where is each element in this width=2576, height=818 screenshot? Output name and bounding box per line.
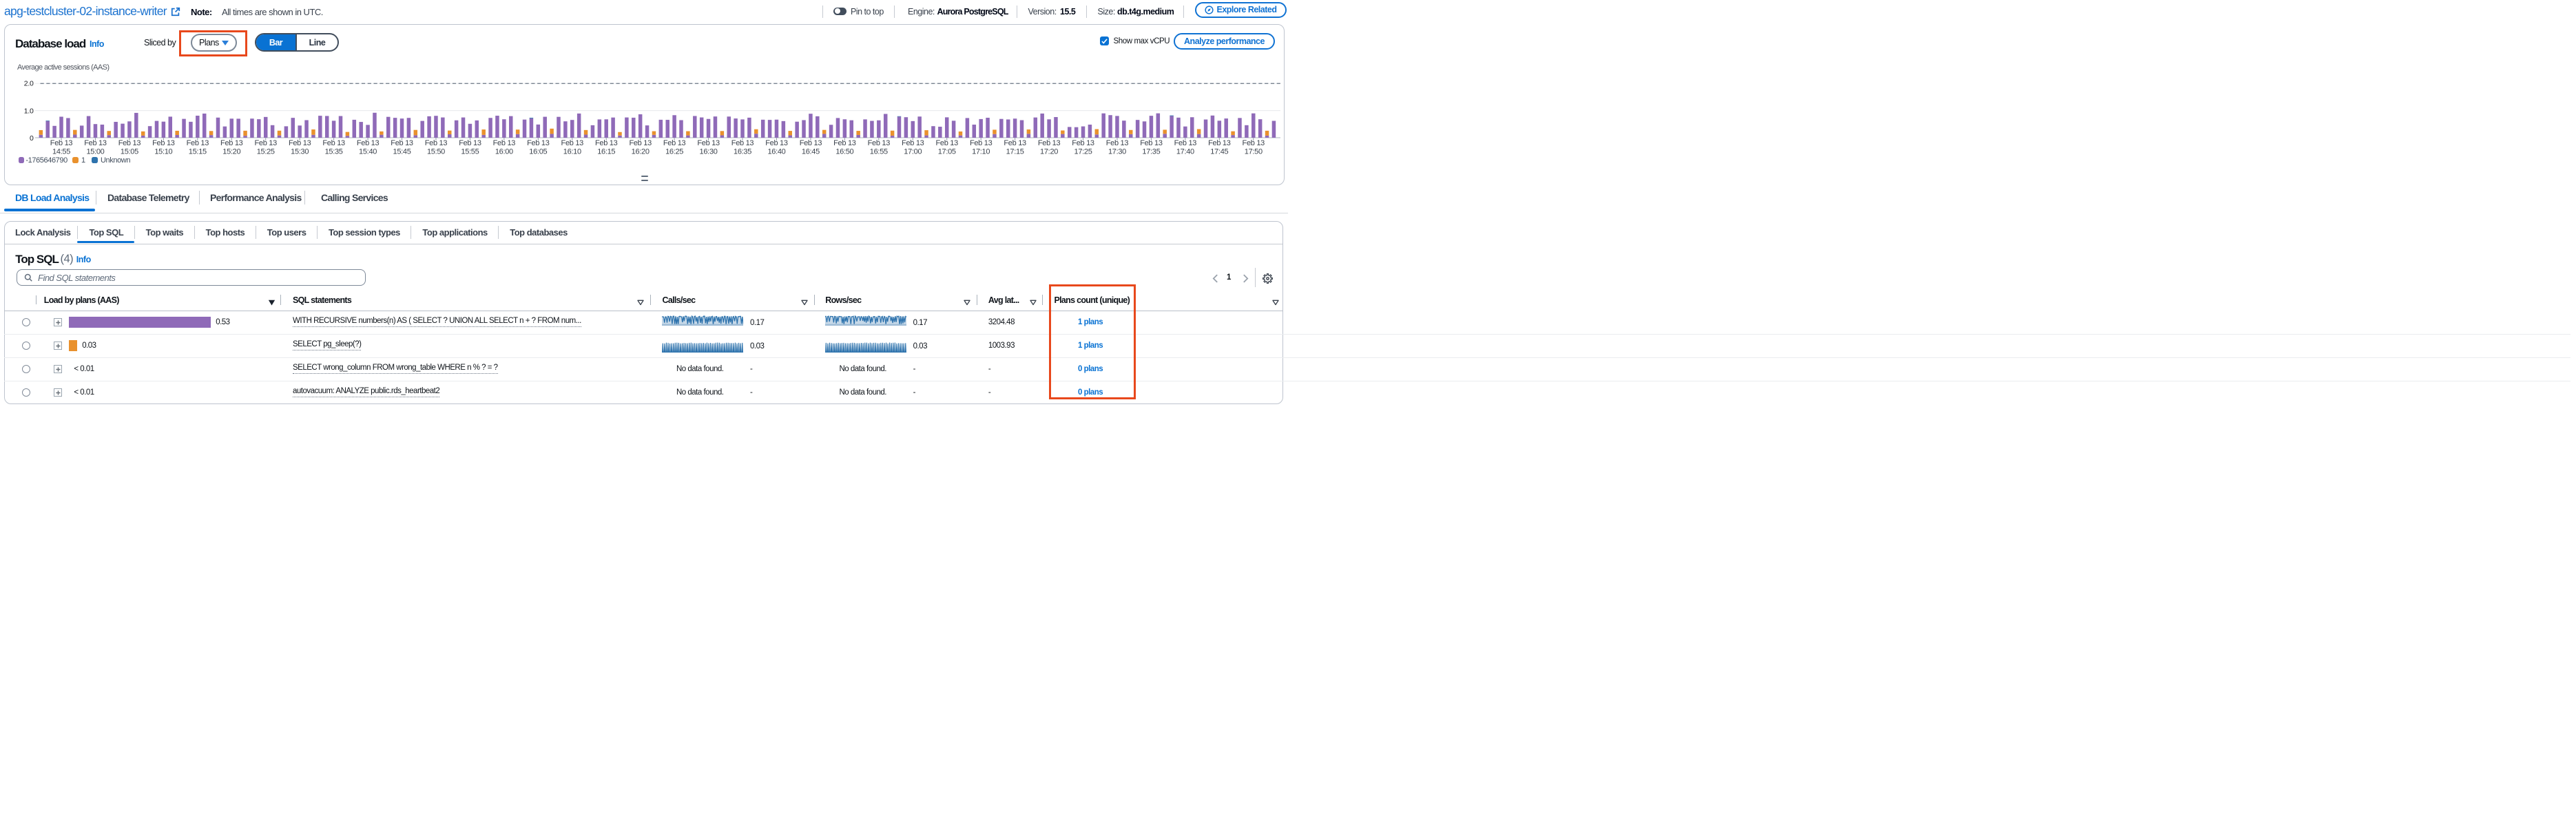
svg-text:16:20: 16:20 [632, 147, 650, 156]
svg-text:15:50: 15:50 [427, 147, 445, 156]
svg-text:15:15: 15:15 [189, 147, 207, 156]
svg-text:Feb 13: Feb 13 [1208, 139, 1231, 147]
svg-text:Feb 13: Feb 13 [561, 139, 584, 147]
svg-text:16:50: 16:50 [835, 147, 853, 156]
svg-text:15:25: 15:25 [257, 147, 275, 156]
svg-text:Feb 13: Feb 13 [1106, 139, 1129, 147]
svg-text:16:35: 16:35 [734, 147, 751, 156]
svg-text:Feb 13: Feb 13 [357, 139, 380, 147]
svg-text:Feb 13: Feb 13 [935, 139, 958, 147]
svg-text:Feb 13: Feb 13 [1038, 139, 1061, 147]
svg-text:15:10: 15:10 [154, 147, 172, 156]
svg-text:17:10: 17:10 [972, 147, 990, 156]
svg-text:17:35: 17:35 [1142, 147, 1160, 156]
svg-text:Feb 13: Feb 13 [187, 139, 209, 147]
svg-text:Feb 13: Feb 13 [118, 139, 141, 147]
svg-text:17:25: 17:25 [1074, 147, 1092, 156]
svg-text:Feb 13: Feb 13 [1243, 139, 1265, 147]
svg-text:Feb 13: Feb 13 [902, 139, 924, 147]
svg-text:17:20: 17:20 [1040, 147, 1058, 156]
svg-text:Feb 13: Feb 13 [1072, 139, 1094, 147]
svg-text:Feb 13: Feb 13 [1174, 139, 1197, 147]
svg-text:15:30: 15:30 [291, 147, 309, 156]
svg-text:Feb 13: Feb 13 [391, 139, 413, 147]
svg-text:15:00: 15:00 [86, 147, 104, 156]
svg-text:16:00: 16:00 [495, 147, 513, 156]
svg-text:Feb 13: Feb 13 [765, 139, 788, 147]
svg-text:Feb 13: Feb 13 [833, 139, 856, 147]
svg-text:16:05: 16:05 [529, 147, 547, 156]
svg-text:16:15: 16:15 [597, 147, 615, 156]
svg-text:Feb 13: Feb 13 [629, 139, 652, 147]
svg-text:16:25: 16:25 [665, 147, 683, 156]
svg-text:2.0: 2.0 [24, 80, 34, 88]
svg-text:17:40: 17:40 [1176, 147, 1194, 156]
svg-text:Feb 13: Feb 13 [493, 139, 516, 147]
svg-text:16:55: 16:55 [870, 147, 888, 156]
svg-text:17:50: 17:50 [1245, 147, 1263, 156]
svg-text:15:40: 15:40 [359, 147, 377, 156]
svg-text:17:00: 17:00 [904, 147, 922, 156]
svg-text:Feb 13: Feb 13 [595, 139, 618, 147]
svg-text:Feb 13: Feb 13 [425, 139, 448, 147]
svg-text:Feb 13: Feb 13 [84, 139, 107, 147]
svg-text:15:35: 15:35 [325, 147, 343, 156]
svg-text:Feb 13: Feb 13 [868, 139, 891, 147]
svg-text:1.0: 1.0 [24, 107, 34, 116]
svg-text:14:55: 14:55 [52, 147, 70, 156]
svg-text:0: 0 [30, 134, 34, 143]
svg-text:16:10: 16:10 [563, 147, 581, 156]
svg-text:Feb 13: Feb 13 [220, 139, 243, 147]
svg-text:15:05: 15:05 [121, 147, 138, 156]
svg-text:17:05: 17:05 [938, 147, 956, 156]
svg-text:15:45: 15:45 [393, 147, 411, 156]
svg-text:15:55: 15:55 [461, 147, 479, 156]
svg-text:16:30: 16:30 [700, 147, 718, 156]
svg-text:Feb 13: Feb 13 [1140, 139, 1163, 147]
svg-text:16:40: 16:40 [767, 147, 785, 156]
svg-text:Feb 13: Feb 13 [152, 139, 175, 147]
svg-text:Feb 13: Feb 13 [289, 139, 311, 147]
svg-text:Feb 13: Feb 13 [254, 139, 277, 147]
svg-text:Feb 13: Feb 13 [970, 139, 993, 147]
svg-text:Feb 13: Feb 13 [1004, 139, 1026, 147]
svg-text:17:15: 17:15 [1006, 147, 1024, 156]
svg-text:Feb 13: Feb 13 [663, 139, 686, 147]
svg-text:16:45: 16:45 [802, 147, 820, 156]
svg-text:Feb 13: Feb 13 [322, 139, 345, 147]
svg-text:17:30: 17:30 [1108, 147, 1126, 156]
svg-text:Feb 13: Feb 13 [527, 139, 550, 147]
svg-text:15:20: 15:20 [222, 147, 240, 156]
svg-text:Feb 13: Feb 13 [697, 139, 720, 147]
svg-text:Feb 13: Feb 13 [50, 139, 73, 147]
svg-text:Feb 13: Feb 13 [800, 139, 822, 147]
svg-text:17:45: 17:45 [1210, 147, 1228, 156]
svg-text:Feb 13: Feb 13 [459, 139, 481, 147]
svg-text:Feb 13: Feb 13 [731, 139, 754, 147]
